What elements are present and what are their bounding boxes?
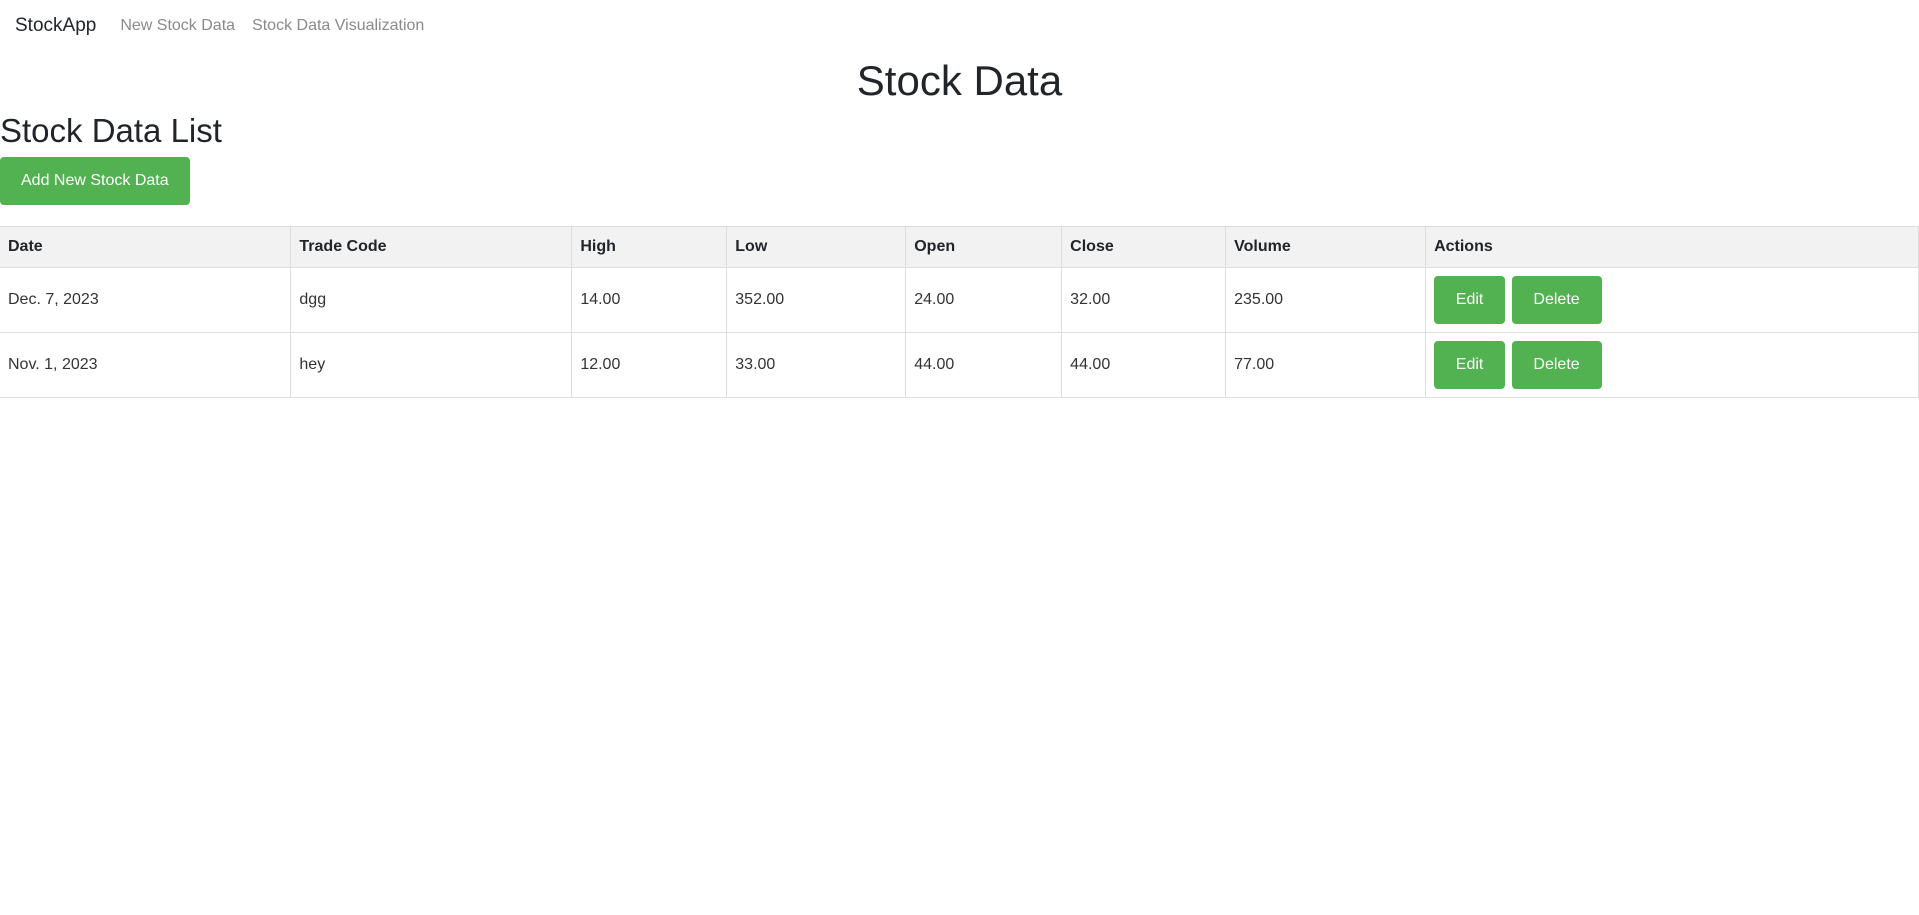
cell-trade-code: hey [290,332,573,398]
cell-trade-code: dgg [290,267,573,333]
header-actions: Actions [1425,226,1919,268]
cell-close: 32.00 [1061,267,1227,333]
cell-volume: 77.00 [1225,332,1427,398]
page-title: Stock Data [856,57,1063,104]
cell-volume: 235.00 [1225,267,1427,333]
cell-high: 12.00 [571,332,728,398]
stock-data-table: Date Trade Code High Low Open Close Volu… [0,226,1919,398]
header-high: High [571,226,728,268]
delete-button[interactable]: Delete [1511,276,1602,324]
table-row: Dec. 7, 2023 dgg 14.00 352.00 24.00 32.0… [0,267,1919,333]
delete-button[interactable]: Delete [1511,341,1602,389]
list-title: Stock Data List [0,112,222,149]
table-header-row: Date Trade Code High Low Open Close Volu… [0,226,1919,268]
add-stock-data-button[interactable]: Add New Stock Data [0,157,190,205]
header-low: Low [726,226,907,268]
cell-open: 24.00 [905,267,1063,333]
cell-open: 44.00 [905,332,1063,398]
header-open: Open [905,226,1063,268]
cell-date: Dec. 7, 2023 [0,267,292,333]
nav-link-new-stock-data[interactable]: New Stock Data [120,17,235,35]
cell-high: 14.00 [571,267,728,333]
cell-low: 352.00 [726,267,907,333]
navbar: StockApp New Stock Data Stock Data Visua… [0,0,1919,52]
header-trade-code: Trade Code [290,226,573,268]
cell-actions: Edit Delete [1425,267,1919,333]
cell-close: 44.00 [1061,332,1227,398]
edit-button[interactable]: Edit [1434,276,1506,324]
table-row: Nov. 1, 2023 hey 12.00 33.00 44.00 44.00… [0,332,1919,398]
edit-button[interactable]: Edit [1434,341,1506,389]
cell-low: 33.00 [726,332,907,398]
header-volume: Volume [1225,226,1427,268]
cell-actions: Edit Delete [1425,332,1919,398]
header-close: Close [1061,226,1227,268]
nav-link-stock-data-visualization[interactable]: Stock Data Visualization [252,17,424,35]
header-date: Date [0,226,292,268]
brand-link[interactable]: StockApp [15,15,96,37]
cell-date: Nov. 1, 2023 [0,332,292,398]
